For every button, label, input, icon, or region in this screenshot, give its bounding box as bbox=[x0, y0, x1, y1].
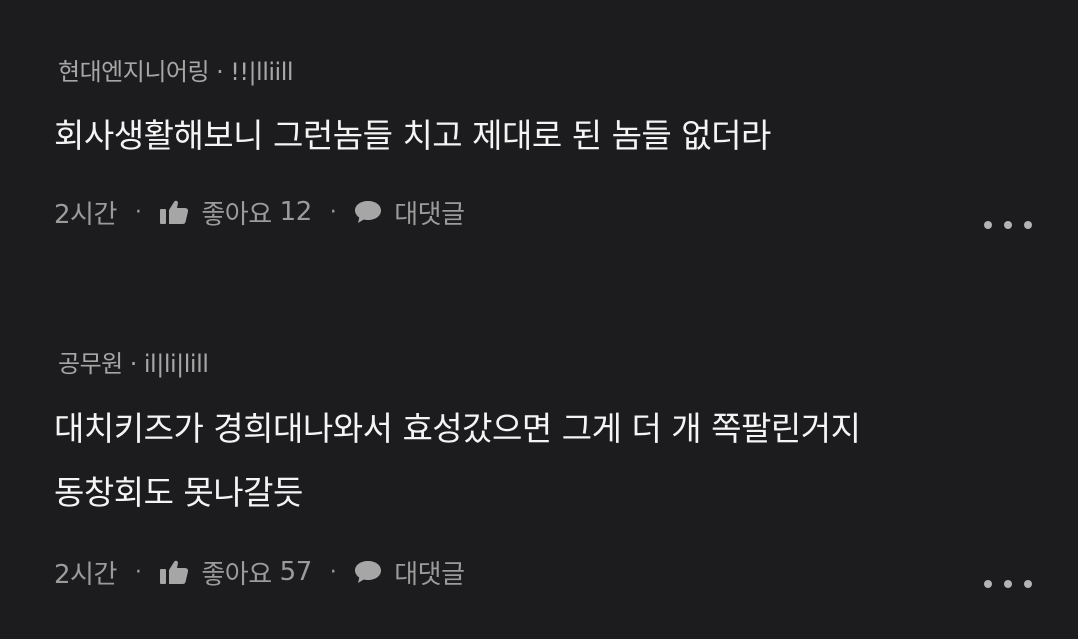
comment-actions: 2시간 · 좋아요 12 · 대댓글 bbox=[54, 192, 465, 232]
speech-bubble-icon bbox=[354, 200, 382, 224]
meta-separator: · bbox=[216, 58, 224, 86]
like-label: 좋아요 bbox=[201, 199, 272, 230]
reply-label: 대댓글 bbox=[394, 559, 465, 590]
comment-time: 2시간 bbox=[54, 199, 117, 230]
comment-time: 2시간 bbox=[54, 559, 117, 590]
action-separator: · bbox=[329, 559, 337, 585]
comment-text: 회사생활해보니 그런놈들 치고 제대로 된 놈들 없더라 bbox=[54, 104, 771, 168]
comment-text-line: 회사생활해보니 그런놈들 치고 제대로 된 놈들 없더라 bbox=[54, 116, 771, 155]
meta-separator: · bbox=[129, 350, 138, 378]
thumbs-up-icon bbox=[159, 559, 189, 585]
more-dot bbox=[1004, 580, 1012, 588]
more-options-icon[interactable] bbox=[984, 213, 1032, 237]
speech-bubble-icon bbox=[354, 560, 382, 584]
more-dot bbox=[1004, 221, 1012, 229]
comment-actions: 2시간 · 좋아요 57 · 대댓글 bbox=[54, 552, 465, 592]
more-dot bbox=[1024, 580, 1032, 588]
reply-button[interactable]: 대댓글 bbox=[354, 194, 465, 231]
comment-text-line: 동창회도 못나갈듯 bbox=[54, 473, 303, 512]
action-separator: · bbox=[134, 559, 142, 585]
like-label: 좋아요 bbox=[201, 559, 272, 590]
comment-author[interactable]: 현대엔지니어링 · !!|lliill bbox=[58, 52, 294, 87]
like-count: 12 bbox=[279, 197, 313, 227]
comment-text-line: 대치키즈가 경희대나와서 효성갔으면 그게 더 개 쪽팔린거지 bbox=[54, 409, 861, 448]
thumbs-up-icon bbox=[159, 199, 189, 225]
like-button[interactable]: 좋아요 12 bbox=[159, 194, 313, 231]
comment-text: 대치키즈가 경희대나와서 효성갔으면 그게 더 개 쪽팔린거지 동창회도 못나갈… bbox=[54, 397, 861, 525]
company-name: 현대엔지니어링 bbox=[58, 58, 210, 86]
reply-button[interactable]: 대댓글 bbox=[354, 554, 465, 591]
like-button[interactable]: 좋아요 57 bbox=[159, 554, 313, 591]
comment-author[interactable]: 공무원 · il|li|lill bbox=[58, 344, 209, 379]
more-options-icon[interactable] bbox=[984, 572, 1032, 596]
more-dot bbox=[984, 580, 992, 588]
reply-label: 대댓글 bbox=[394, 199, 465, 230]
action-separator: · bbox=[134, 199, 142, 225]
more-dot bbox=[984, 221, 992, 229]
username: il|li|lill bbox=[143, 350, 209, 378]
username: !!|lliill bbox=[230, 58, 294, 86]
like-count: 57 bbox=[279, 557, 313, 587]
more-dot bbox=[1024, 221, 1032, 229]
company-name: 공무원 bbox=[58, 350, 123, 378]
action-separator: · bbox=[329, 199, 337, 225]
